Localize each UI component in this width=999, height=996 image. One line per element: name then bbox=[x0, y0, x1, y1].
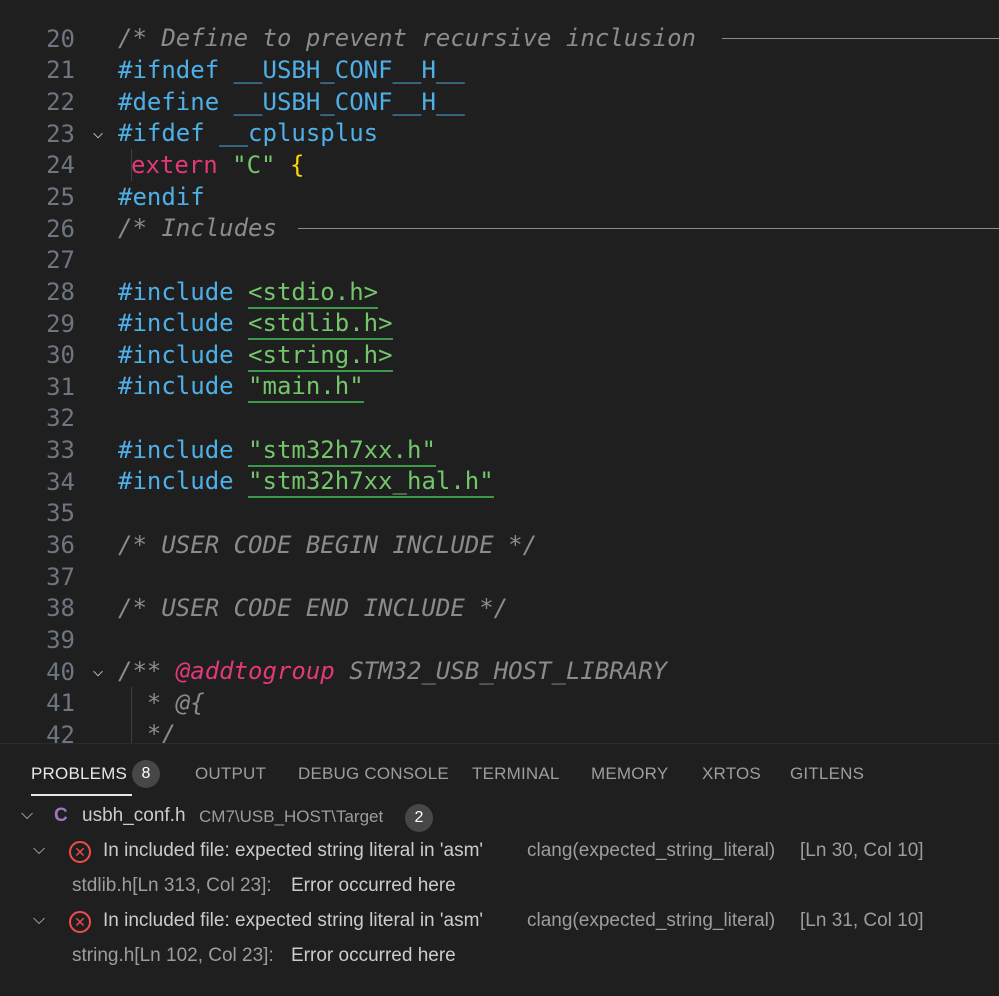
detail-file-link[interactable]: stdlib.h[Ln 313, Col 23]: bbox=[72, 875, 272, 897]
doc-tag: @addtogroup bbox=[175, 657, 335, 685]
problem-detail[interactable]: string.h[Ln 102, Col 23]: Error occurred… bbox=[0, 944, 999, 978]
code-line[interactable]: 33 bbox=[0, 402, 999, 464]
code-line[interactable]: 38 bbox=[0, 560, 999, 622]
include-path[interactable]: "stm32h7xx_hal.h" bbox=[248, 467, 494, 498]
chevron-down-icon[interactable]: ⌵ bbox=[33, 911, 45, 929]
preprocessor-directive: #define bbox=[118, 88, 220, 116]
code-line[interactable]: 41 ⌵ /** @addtogroup STM32_USB_HOST_LIBR… bbox=[0, 655, 999, 717]
include-path[interactable]: <stdio.h> bbox=[248, 278, 379, 309]
comment-rule bbox=[298, 228, 999, 229]
preprocessor-directive: #include bbox=[118, 341, 234, 369]
error-icon: ✕ bbox=[69, 841, 91, 863]
code-line[interactable]: 24 ⌵ #ifdef __cplusplus bbox=[0, 117, 999, 179]
file-path: CM7\USB_HOST\Target bbox=[199, 807, 384, 826]
preprocessor-directive: #ifdef bbox=[118, 119, 205, 147]
code-line[interactable]: 25 extern "C" { bbox=[0, 149, 999, 211]
indent-guide bbox=[131, 149, 132, 181]
chevron-down-icon[interactable]: ⌵ bbox=[33, 841, 45, 859]
problem-item[interactable]: ⌵ ✕ In included file: expected string li… bbox=[0, 839, 999, 873]
detail-text: Error occurred here bbox=[291, 945, 456, 966]
problem-file-row[interactable]: ⌵ C usbh_conf.h CM7\USB_HOST\Target 2 bbox=[0, 804, 999, 838]
code-line[interactable]: 27 /* Includes bbox=[0, 212, 999, 274]
brace: { bbox=[289, 151, 305, 179]
problem-detail[interactable]: stdlib.h[Ln 313, Col 23]: Error occurred… bbox=[0, 874, 999, 908]
code-comment: /* Includes bbox=[118, 214, 277, 242]
code-line[interactable]: 22 #ifndef __USBH_CONF__H__ bbox=[0, 54, 999, 116]
preprocessor-directive: #include bbox=[118, 436, 234, 464]
macro-name: __USBH_CONF__H__ bbox=[219, 56, 465, 84]
tab-terminal[interactable]: TERMINAL bbox=[472, 764, 560, 784]
code-line[interactable]: 31 #include <string.h> bbox=[0, 339, 999, 401]
detail-file-link[interactable]: string.h[Ln 102, Col 23]: bbox=[72, 945, 274, 967]
tab-xrtos[interactable]: XRTOS bbox=[702, 764, 761, 784]
include-path[interactable]: "main.h" bbox=[248, 372, 364, 403]
problems-count-badge: 8 bbox=[132, 760, 160, 788]
code-comment: STM32_USB_HOST_LIBRARY bbox=[349, 657, 668, 685]
code-line[interactable]: 21 /* Define to prevent recursive inclus… bbox=[0, 22, 999, 84]
problem-item[interactable]: ⌵ ✕ In included file: expected string li… bbox=[0, 909, 999, 943]
code-line[interactable]: 39 /* USER CODE END INCLUDE */ bbox=[0, 592, 999, 654]
code-line[interactable]: 28 bbox=[0, 244, 999, 306]
preprocessor-directive: #include bbox=[118, 309, 234, 337]
problem-message: In included file: expected string litera… bbox=[103, 910, 484, 931]
code-line[interactable]: 29 #include <stdio.h> bbox=[0, 276, 999, 338]
fold-chevron-icon[interactable]: ⌵ bbox=[88, 117, 108, 149]
file-problem-count-badge: 2 bbox=[405, 804, 433, 832]
macro-name: __USBH_CONF__H__ bbox=[219, 88, 465, 116]
code-line[interactable]: 23 #define __USBH_CONF__H__ bbox=[0, 86, 999, 148]
string-literal: "C" bbox=[232, 151, 276, 179]
preprocessor-directive: #include bbox=[118, 278, 234, 306]
tab-memory[interactable]: MEMORY bbox=[591, 764, 668, 784]
comment-rule bbox=[722, 38, 999, 39]
code-line[interactable]: 20 bbox=[0, 0, 999, 53]
problem-location: [Ln 31, Col 10] bbox=[800, 910, 924, 931]
include-path[interactable]: "stm32h7xx.h" bbox=[248, 436, 436, 467]
code-editor[interactable]: 20 21 /* Define to prevent recursive inc… bbox=[0, 0, 999, 743]
fold-chevron-icon[interactable]: ⌵ bbox=[88, 655, 108, 687]
problem-location: [Ln 30, Col 10] bbox=[800, 840, 924, 861]
code-line[interactable]: 34 #include "stm32h7xx.h" bbox=[0, 434, 999, 496]
code-line[interactable]: 40 bbox=[0, 624, 999, 686]
error-icon: ✕ bbox=[69, 911, 91, 933]
problem-message: In included file: expected string litera… bbox=[103, 840, 484, 861]
code-comment: /** bbox=[118, 657, 162, 685]
code-line[interactable]: 26 #endif bbox=[0, 181, 999, 243]
code-line[interactable]: 30 #include <stdlib.h> bbox=[0, 307, 999, 369]
code-line[interactable]: 42 * @{ bbox=[0, 687, 999, 743]
active-tab-indicator bbox=[31, 794, 132, 796]
code-line[interactable]: 36 bbox=[0, 497, 999, 559]
indent-guide bbox=[131, 687, 132, 743]
c-file-icon: C bbox=[54, 805, 68, 826]
extern-keyword: extern bbox=[131, 151, 218, 179]
include-path[interactable]: <string.h> bbox=[248, 341, 393, 372]
detail-text: Error occurred here bbox=[291, 875, 456, 896]
tab-gitlens[interactable]: GITLENS bbox=[790, 764, 864, 784]
code-comment: /* Define to prevent recursive inclusion bbox=[118, 24, 696, 52]
macro-name: __cplusplus bbox=[204, 119, 379, 147]
code-line[interactable]: 37 /* USER CODE BEGIN INCLUDE */ bbox=[0, 529, 999, 591]
code-comment: /* USER CODE BEGIN INCLUDE */ bbox=[118, 531, 538, 559]
chevron-down-icon[interactable]: ⌵ bbox=[21, 806, 33, 824]
code-line[interactable]: 32 #include "main.h" bbox=[0, 370, 999, 432]
tab-output[interactable]: OUTPUT bbox=[195, 764, 266, 784]
preprocessor-directive: #ifndef bbox=[118, 56, 220, 84]
problem-source: clang(expected_string_literal) bbox=[527, 910, 776, 931]
code-comment: /* USER CODE END INCLUDE */ bbox=[118, 594, 509, 622]
file-name: usbh_conf.h bbox=[82, 805, 186, 826]
tab-problems[interactable]: PROBLEMS bbox=[31, 764, 127, 784]
code-line[interactable]: 35 #include "stm32h7xx_hal.h" bbox=[0, 465, 999, 527]
tab-debug-console[interactable]: DEBUG CONSOLE bbox=[298, 764, 449, 784]
code-line[interactable]: 43 */ bbox=[0, 718, 999, 743]
preprocessor-directive: #include bbox=[118, 372, 234, 400]
preprocessor-directive: #include bbox=[118, 467, 234, 495]
bottom-panel: PROBLEMS 8 OUTPUT DEBUG CONSOLE TERMINAL… bbox=[0, 743, 999, 996]
panel-tabs: PROBLEMS 8 OUTPUT DEBUG CONSOLE TERMINAL… bbox=[0, 744, 999, 802]
include-path[interactable]: <stdlib.h> bbox=[248, 309, 393, 340]
code-comment: */ bbox=[118, 720, 176, 743]
preprocessor-directive: #endif bbox=[118, 183, 205, 211]
problem-source: clang(expected_string_literal) bbox=[527, 840, 776, 861]
